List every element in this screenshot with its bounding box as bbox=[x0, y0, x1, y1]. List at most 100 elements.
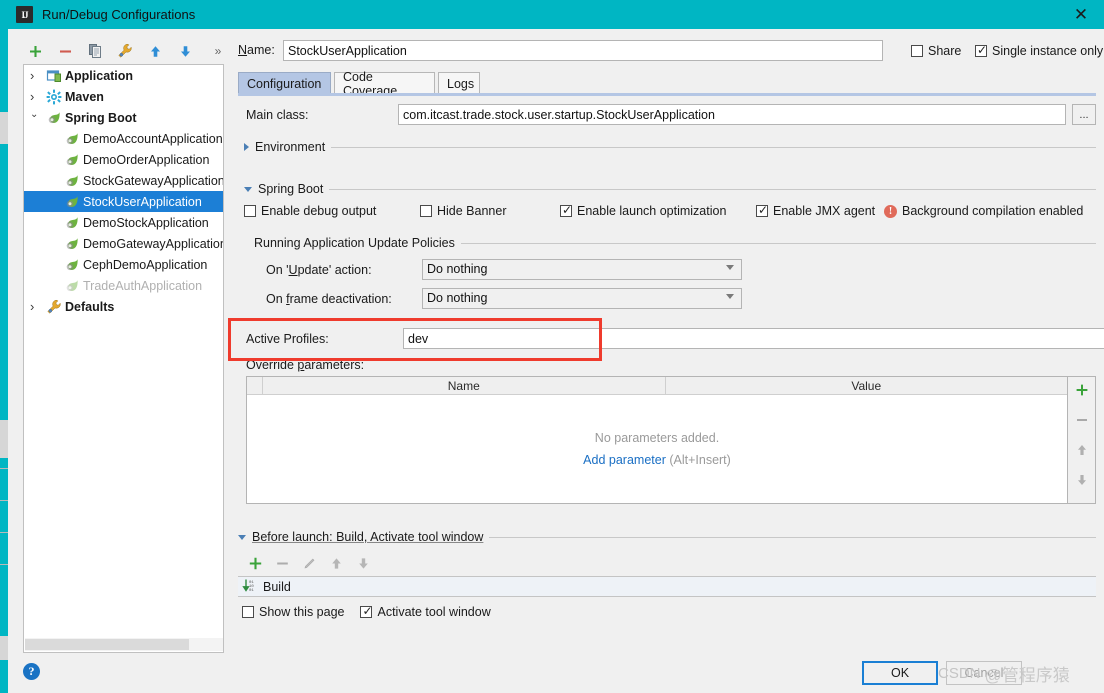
hide-banner-checkbox[interactable] bbox=[420, 205, 432, 217]
move-parameter-down-button[interactable] bbox=[1072, 471, 1092, 489]
single-instance-checkbox[interactable] bbox=[975, 43, 987, 57]
move-down-button[interactable] bbox=[170, 39, 200, 63]
section-divider bbox=[489, 536, 1096, 538]
move-up-button[interactable] bbox=[140, 39, 170, 63]
enable-debug-output-checkbox[interactable] bbox=[244, 205, 256, 217]
on-frame-deactivation-select[interactable]: Do nothing bbox=[422, 288, 742, 309]
help-button[interactable]: ? bbox=[23, 663, 40, 680]
single-instance-checkbox-row[interactable]: Single instance only bbox=[975, 43, 1104, 58]
update-policies-label: Running Application Update Policies bbox=[254, 236, 455, 250]
enable-launch-optimization-row[interactable]: Enable launch optimization bbox=[560, 203, 756, 218]
section-divider bbox=[329, 188, 1096, 190]
main-class-label: Main class: bbox=[246, 108, 309, 122]
edit-templates-wrench-icon[interactable] bbox=[110, 39, 140, 63]
override-parameters-label: Override parameters: bbox=[246, 358, 365, 372]
on-frame-deactivation-label: On frame deactivation: bbox=[266, 292, 392, 306]
move-task-down-button[interactable] bbox=[350, 552, 377, 574]
tree-item-demoaccountapplication[interactable]: DemoAccountApplication bbox=[24, 128, 223, 149]
enable-debug-output-row[interactable]: Enable debug output bbox=[244, 204, 420, 218]
tab-code-coverage[interactable]: Code Coverage bbox=[334, 70, 435, 98]
add-task-button[interactable] bbox=[242, 552, 269, 574]
show-this-page-row[interactable]: Show this page bbox=[242, 605, 344, 619]
before-launch-task-list[interactable]: 01 10 01 Build bbox=[238, 576, 1096, 597]
add-parameter-row: Add parameter (Alt+Insert) bbox=[583, 453, 731, 467]
remove-task-button[interactable] bbox=[269, 552, 296, 574]
chevron-down-icon[interactable] bbox=[238, 534, 246, 540]
before-launch-options: Show this page Activate tool window bbox=[242, 604, 491, 619]
chevron-right-icon[interactable] bbox=[30, 89, 44, 104]
edit-task-button[interactable] bbox=[296, 552, 323, 574]
add-parameter-link[interactable]: Add parameter bbox=[583, 453, 666, 467]
show-this-page-checkbox[interactable] bbox=[242, 606, 254, 618]
main-class-input[interactable] bbox=[398, 104, 1066, 125]
section-divider bbox=[460, 242, 1096, 244]
share-checkbox[interactable] bbox=[911, 45, 923, 57]
chevron-down-icon[interactable] bbox=[244, 186, 252, 192]
tab-configuration[interactable]: Configuration bbox=[238, 72, 331, 94]
hide-banner-row[interactable]: Hide Banner bbox=[420, 204, 560, 218]
enable-jmx-agent-row[interactable]: Enable JMX agent bbox=[756, 203, 884, 218]
copy-configuration-button[interactable] bbox=[80, 39, 110, 63]
configurations-tree[interactable]: Application Maven Spring Boot DemoAccountAp… bbox=[23, 64, 224, 653]
before-launch-label: Before launch: Build, Activate tool wind… bbox=[252, 530, 484, 544]
tree-horizontal-scrollbar[interactable] bbox=[25, 638, 223, 651]
tree-item-label: CephDemoApplication bbox=[83, 257, 208, 272]
tree-item-demostockapplication[interactable]: DemoStockApplication bbox=[24, 212, 223, 233]
tree-item-label: TradeAuthApplication bbox=[83, 278, 203, 293]
add-parameter-button[interactable] bbox=[1072, 381, 1092, 399]
close-icon[interactable]: ✕ bbox=[1058, 0, 1104, 29]
share-label: Share bbox=[928, 44, 962, 58]
configurations-toolbar: » bbox=[20, 38, 232, 64]
remove-parameter-button[interactable] bbox=[1072, 411, 1092, 429]
scrollbar-thumb[interactable] bbox=[25, 639, 189, 650]
chevron-right-icon[interactable] bbox=[244, 143, 249, 151]
share-checkbox-row[interactable]: Share bbox=[911, 44, 961, 58]
cancel-button[interactable]: Cancel bbox=[946, 661, 1022, 685]
activate-tool-window-row[interactable]: Activate tool window bbox=[360, 604, 491, 619]
dialog-titlebar: IJ Run/Debug Configurations ✕ bbox=[8, 0, 1104, 29]
main-class-browse-button[interactable]: ... bbox=[1072, 104, 1096, 125]
enable-launch-optimization-checkbox[interactable] bbox=[560, 203, 572, 217]
tree-item-demoorderapplication[interactable]: DemoOrderApplication bbox=[24, 149, 223, 170]
move-parameter-up-button[interactable] bbox=[1072, 441, 1092, 459]
tab-logs[interactable]: Logs bbox=[438, 72, 480, 94]
spring-boot-icon bbox=[64, 236, 80, 252]
add-configuration-button[interactable] bbox=[20, 39, 50, 63]
environment-section-header[interactable]: Environment bbox=[244, 140, 1096, 154]
tree-item-spring-boot[interactable]: Spring Boot bbox=[24, 107, 223, 128]
activate-tool-window-label: Activate tool window bbox=[377, 605, 491, 619]
enable-jmx-agent-checkbox[interactable] bbox=[756, 203, 768, 217]
tree-item-stockuserapplication[interactable]: StockUserApplication bbox=[24, 191, 223, 212]
toolbar-more-button[interactable]: » bbox=[206, 39, 230, 63]
background-compilation-row: ! Background compilation enabled bbox=[884, 204, 1083, 218]
remove-configuration-button[interactable] bbox=[50, 39, 80, 63]
tree-item-tradeauthapplication[interactable]: TradeAuthApplication bbox=[24, 275, 223, 296]
single-instance-label: Single instance only bbox=[992, 44, 1104, 58]
tree-item-demogatewayapplication[interactable]: DemoGatewayApplication bbox=[24, 233, 223, 254]
ok-button[interactable]: OK bbox=[862, 661, 938, 685]
chevron-down-icon[interactable] bbox=[30, 112, 44, 123]
tree-item-label: Maven bbox=[65, 89, 104, 104]
name-input[interactable] bbox=[283, 40, 883, 61]
tree-item-label: Defaults bbox=[65, 299, 115, 314]
maven-icon bbox=[46, 89, 62, 105]
chevron-right-icon[interactable] bbox=[30, 299, 44, 314]
spring-boot-icon bbox=[64, 131, 80, 147]
override-parameters-table[interactable]: Name Value No parameters added. Add para… bbox=[246, 376, 1068, 504]
tree-item-stockgatewayapplication[interactable]: StockGatewayApplication bbox=[24, 170, 223, 191]
tree-item-application[interactable]: Application bbox=[24, 65, 223, 86]
active-profiles-input[interactable] bbox=[403, 328, 1104, 349]
tree-item-defaults[interactable]: Defaults bbox=[24, 296, 223, 317]
tree-item-label: Spring Boot bbox=[65, 110, 137, 125]
enable-launch-optimization-label: Enable launch optimization bbox=[577, 204, 727, 218]
tree-item-cephdemoapplication[interactable]: CephDemoApplication bbox=[24, 254, 223, 275]
spring-boot-section-header[interactable]: Spring Boot bbox=[244, 182, 1096, 196]
on-update-action-select[interactable]: Do nothing bbox=[422, 259, 742, 280]
activate-tool-window-checkbox[interactable] bbox=[360, 604, 373, 618]
run-debug-configurations-dialog: IJ Run/Debug Configurations ✕ » › Applic… bbox=[8, 0, 1104, 693]
before-launch-header[interactable]: Before launch: Build, Activate tool wind… bbox=[238, 530, 1096, 544]
move-task-up-button[interactable] bbox=[323, 552, 350, 574]
on-update-action-label: On 'Update' action: bbox=[266, 263, 372, 277]
chevron-right-icon[interactable] bbox=[30, 68, 44, 83]
tree-item-maven[interactable]: Maven bbox=[24, 86, 223, 107]
